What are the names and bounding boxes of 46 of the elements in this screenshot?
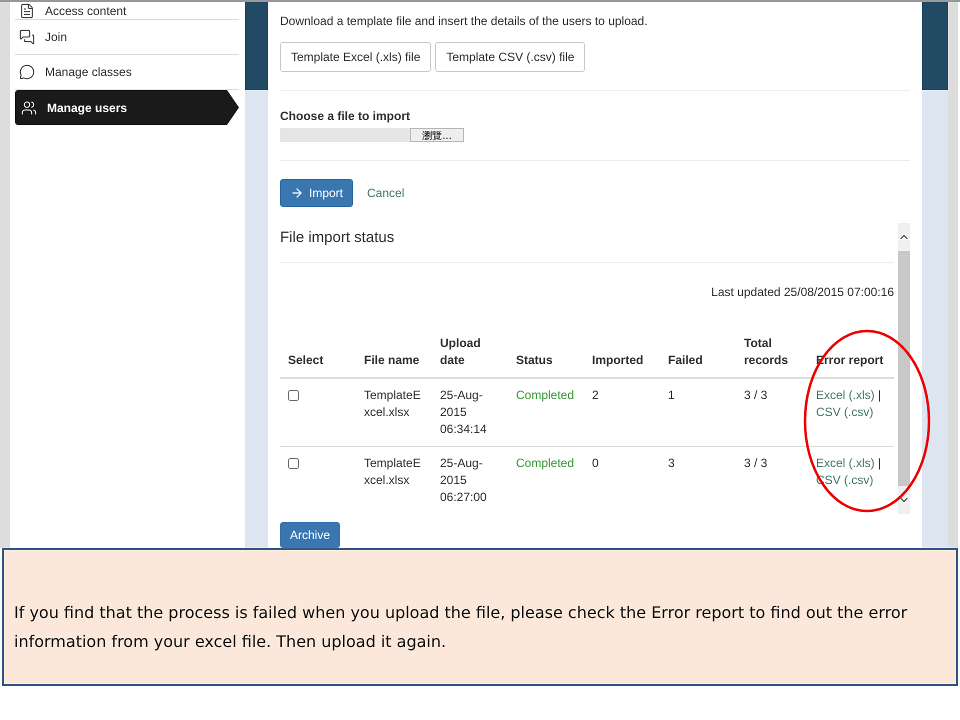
note-text: If you find that the process is failed when you upload the file, please check the Error report to find out the error information from your excel file. Then upload it again. <box>14 602 908 653</box>
browse-button[interactable]: 瀏覽... <box>410 128 464 142</box>
status-text: Completed <box>516 456 574 470</box>
table-cell: 3 / 3 <box>736 378 808 446</box>
column-header: Upload date <box>432 335 508 378</box>
row-checkbox[interactable] <box>288 390 299 401</box>
scrollbar[interactable] <box>898 223 910 514</box>
table-cell: 2 <box>584 378 660 446</box>
last-updated-text: Last updated 25/08/2015 07:00:16 <box>711 285 894 299</box>
table-cell: 1 <box>660 378 736 446</box>
table-cell: TemplateExcel.xlsx <box>356 378 432 446</box>
error-report-link[interactable]: CSV (.csv) <box>816 405 874 419</box>
template-download-button[interactable]: Template CSV (.csv) file <box>435 42 586 72</box>
sidebar-item[interactable]: Manage users <box>15 90 239 125</box>
table-cell: 0 <box>584 446 660 514</box>
instructions-text: Download a template file and insert the details of the users to upload. <box>280 14 649 28</box>
file-chooser-label: Choose a file to import <box>280 109 412 123</box>
document-icon <box>19 2 35 18</box>
template-download-button[interactable]: Template Excel (.xls) file <box>280 42 432 72</box>
error-report-link[interactable]: Excel (.xls) <box>816 388 875 402</box>
table-cell: 3 / 3 <box>736 446 808 514</box>
chat-bubbles-icon <box>19 29 35 45</box>
section-title: File import status <box>280 223 894 263</box>
import-button[interactable]: Import <box>280 179 354 207</box>
column-header: Imported <box>584 335 660 378</box>
chat-bubble-icon <box>19 64 35 80</box>
error-report-link[interactable]: Excel (.xls) <box>816 456 875 470</box>
column-header: Total records <box>736 335 808 378</box>
table-cell: 3 <box>660 446 736 514</box>
row-checkbox[interactable] <box>288 458 299 469</box>
users-icon <box>21 100 37 116</box>
separator-text: | <box>878 388 882 402</box>
column-header: Failed <box>660 335 736 378</box>
table-cell: 25-Aug-2015 06:34:14 <box>432 378 508 446</box>
sidebar-item[interactable]: Access content <box>15 2 239 20</box>
status-text: Completed <box>516 388 574 402</box>
column-header: Status <box>508 335 584 378</box>
sidebar-item[interactable]: Join <box>15 20 239 55</box>
column-header: File name <box>356 335 432 378</box>
file-input-field[interactable] <box>280 128 410 142</box>
table-cell: TemplateExcel.xlsx <box>356 446 432 514</box>
archive-button[interactable]: Archive <box>280 522 340 548</box>
separator-text: | <box>878 456 882 470</box>
table-cell: 25-Aug-2015 06:27:00 <box>432 446 508 514</box>
column-header: Select <box>280 335 356 378</box>
cancel-link[interactable]: Cancel <box>367 186 404 200</box>
